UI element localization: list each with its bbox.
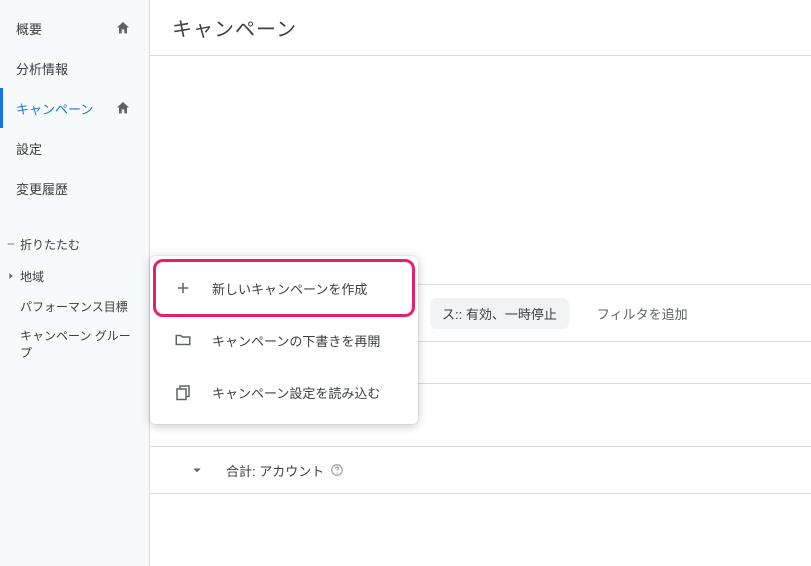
menu-item-label: 新しいキャンペーンを作成 [212,279,367,298]
folder-icon [172,331,194,349]
totals-label: 合計: アカウント [226,461,324,480]
sidebar-item-perf-goal[interactable]: パフォーマンス目標 [0,292,149,321]
home-icon [113,20,133,36]
menu-item-load-settings[interactable]: キャンペーン設定を読み込む [150,366,418,418]
sidebar-item-overview[interactable]: 概要 [0,8,149,48]
status-filter-chip[interactable]: ス:: 有効、一時停止 [430,298,569,329]
sidebar-item-label: 変更履歴 [16,179,68,198]
menu-item-label: キャンペーンの下書きを再開 [212,331,380,350]
content-area: ス:: 有効、一時停止 フィルタを追加 合計: アカウント [150,56,811,566]
sidebar-item-label: 概要 [16,19,42,38]
sidebar-item-label: 折りたたむ [20,236,141,253]
sidebar-item-settings[interactable]: 設定 [0,128,149,168]
sidebar-item-campaigns[interactable]: キャンペーン [0,88,149,128]
page-title: キャンペーン [172,13,297,42]
sidebar-item-label: キャンペーン [16,99,93,118]
home-icon [113,100,133,116]
sidebar-item-insights[interactable]: 分析情報 [0,48,149,88]
page-header: キャンペーン [150,0,811,56]
chip-label: ス:: 有効、一時停止 [442,307,557,322]
sidebar-item-label: パフォーマンス目標 [20,298,141,315]
menu-item-new-campaign[interactable]: 新しいキャンペーンを作成 [150,262,418,314]
copy-icon [172,383,194,401]
sidebar-item-label: 地域 [20,268,141,285]
add-filter[interactable]: フィルタを追加 [597,304,688,323]
plus-icon [172,279,194,297]
totals-row[interactable]: 合計: アカウント [150,446,811,494]
help-icon[interactable] [330,463,344,477]
chevron-right-icon [4,271,18,281]
sidebar-item-label: キャンペーン グループ [20,327,141,361]
minus-icon [4,239,18,249]
add-filter-label: フィルタを追加 [597,307,688,322]
menu-item-label: キャンペーン設定を読み込む [212,383,380,402]
sidebar-item-campaign-group[interactable]: キャンペーン グループ [0,321,149,367]
chevron-down-icon [188,461,206,479]
campaign-create-menu: 新しいキャンペーンを作成 キャンペーンの下書きを再開 キャンペーン設定を読み込む [150,256,418,424]
sidebar: 概要 分析情報 キャンペーン 設定 変更履歴 [0,0,150,566]
menu-item-resume-draft[interactable]: キャンペーンの下書きを再開 [150,314,418,366]
sidebar-item-collapse[interactable]: 折りたたむ [0,228,149,260]
sidebar-item-change-history[interactable]: 変更履歴 [0,168,149,208]
sidebar-item-region[interactable]: 地域 [0,260,149,292]
sidebar-item-label: 分析情報 [16,59,68,78]
sidebar-item-label: 設定 [16,139,42,158]
main: キャンペーン ス:: 有効、一時停止 フィルタを追加 合計: アカウント [150,0,811,566]
